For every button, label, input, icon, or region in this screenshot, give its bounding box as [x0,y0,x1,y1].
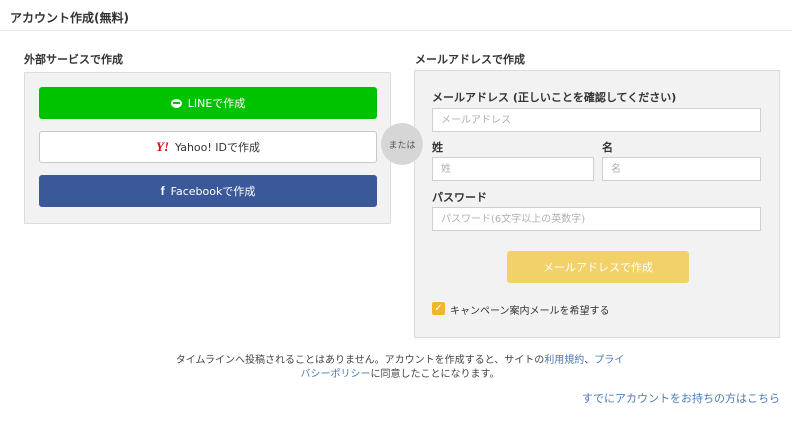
campaign-checkbox-label: キャンペーン案内メールを希望する [450,306,610,317]
yahoo-signup-button[interactable]: Y! Yahoo! IDで作成 [39,131,377,163]
yahoo-signup-label: Yahoo! IDで作成 [175,141,260,154]
campaign-checkbox[interactable]: ✓ [432,302,445,315]
last-name-input[interactable] [432,157,594,181]
existing-account-login-link[interactable]: すでにアカウントをお持ちの方はこちら [582,390,780,406]
terms-notice: タイムラインへ投稿されることはありません。アカウントを作成すると、サイトの利用規… [140,354,660,382]
yahoo-icon: Y! [156,139,169,154]
terms-separator: 、 [584,355,595,366]
email-section-label: メールアドレスで作成 [415,53,525,66]
or-divider: または [381,123,423,165]
email-input[interactable] [432,108,761,132]
terms-text-after: に同意したことになります。 [370,369,500,380]
terms-text-before: タイムラインへ投稿されることはありません。アカウントを作成すると、サイトの [175,355,545,366]
email-signup-button[interactable]: メールアドレスで作成 [507,251,689,283]
external-section-label: 外部サービスで作成 [24,53,123,66]
last-name-label: 姓 [432,141,443,154]
page-title: アカウント作成(無料) [10,11,129,25]
terms-of-service-link[interactable]: 利用規約 [544,355,584,366]
title-divider [0,30,792,31]
line-signup-label: LINEで作成 [187,97,246,110]
password-input[interactable] [432,207,761,231]
line-signup-button[interactable]: LINEで作成 [39,87,377,119]
first-name-input[interactable] [602,157,761,181]
privacy-policy-link-part1[interactable]: プライ [594,355,624,366]
first-name-label: 名 [602,141,613,154]
password-label: パスワード [432,191,487,204]
facebook-signup-button[interactable]: f Facebookで作成 [39,175,377,207]
facebook-icon: f [160,184,165,198]
privacy-policy-link-part2[interactable]: バシーポリシー [301,369,371,380]
facebook-signup-label: Facebookで作成 [170,185,256,198]
line-icon [170,98,182,108]
email-label: メールアドレス (正しいことを確認してください) [432,91,677,104]
external-services-panel: LINEで作成 Y! Yahoo! IDで作成 f Facebookで作成 [24,72,391,224]
